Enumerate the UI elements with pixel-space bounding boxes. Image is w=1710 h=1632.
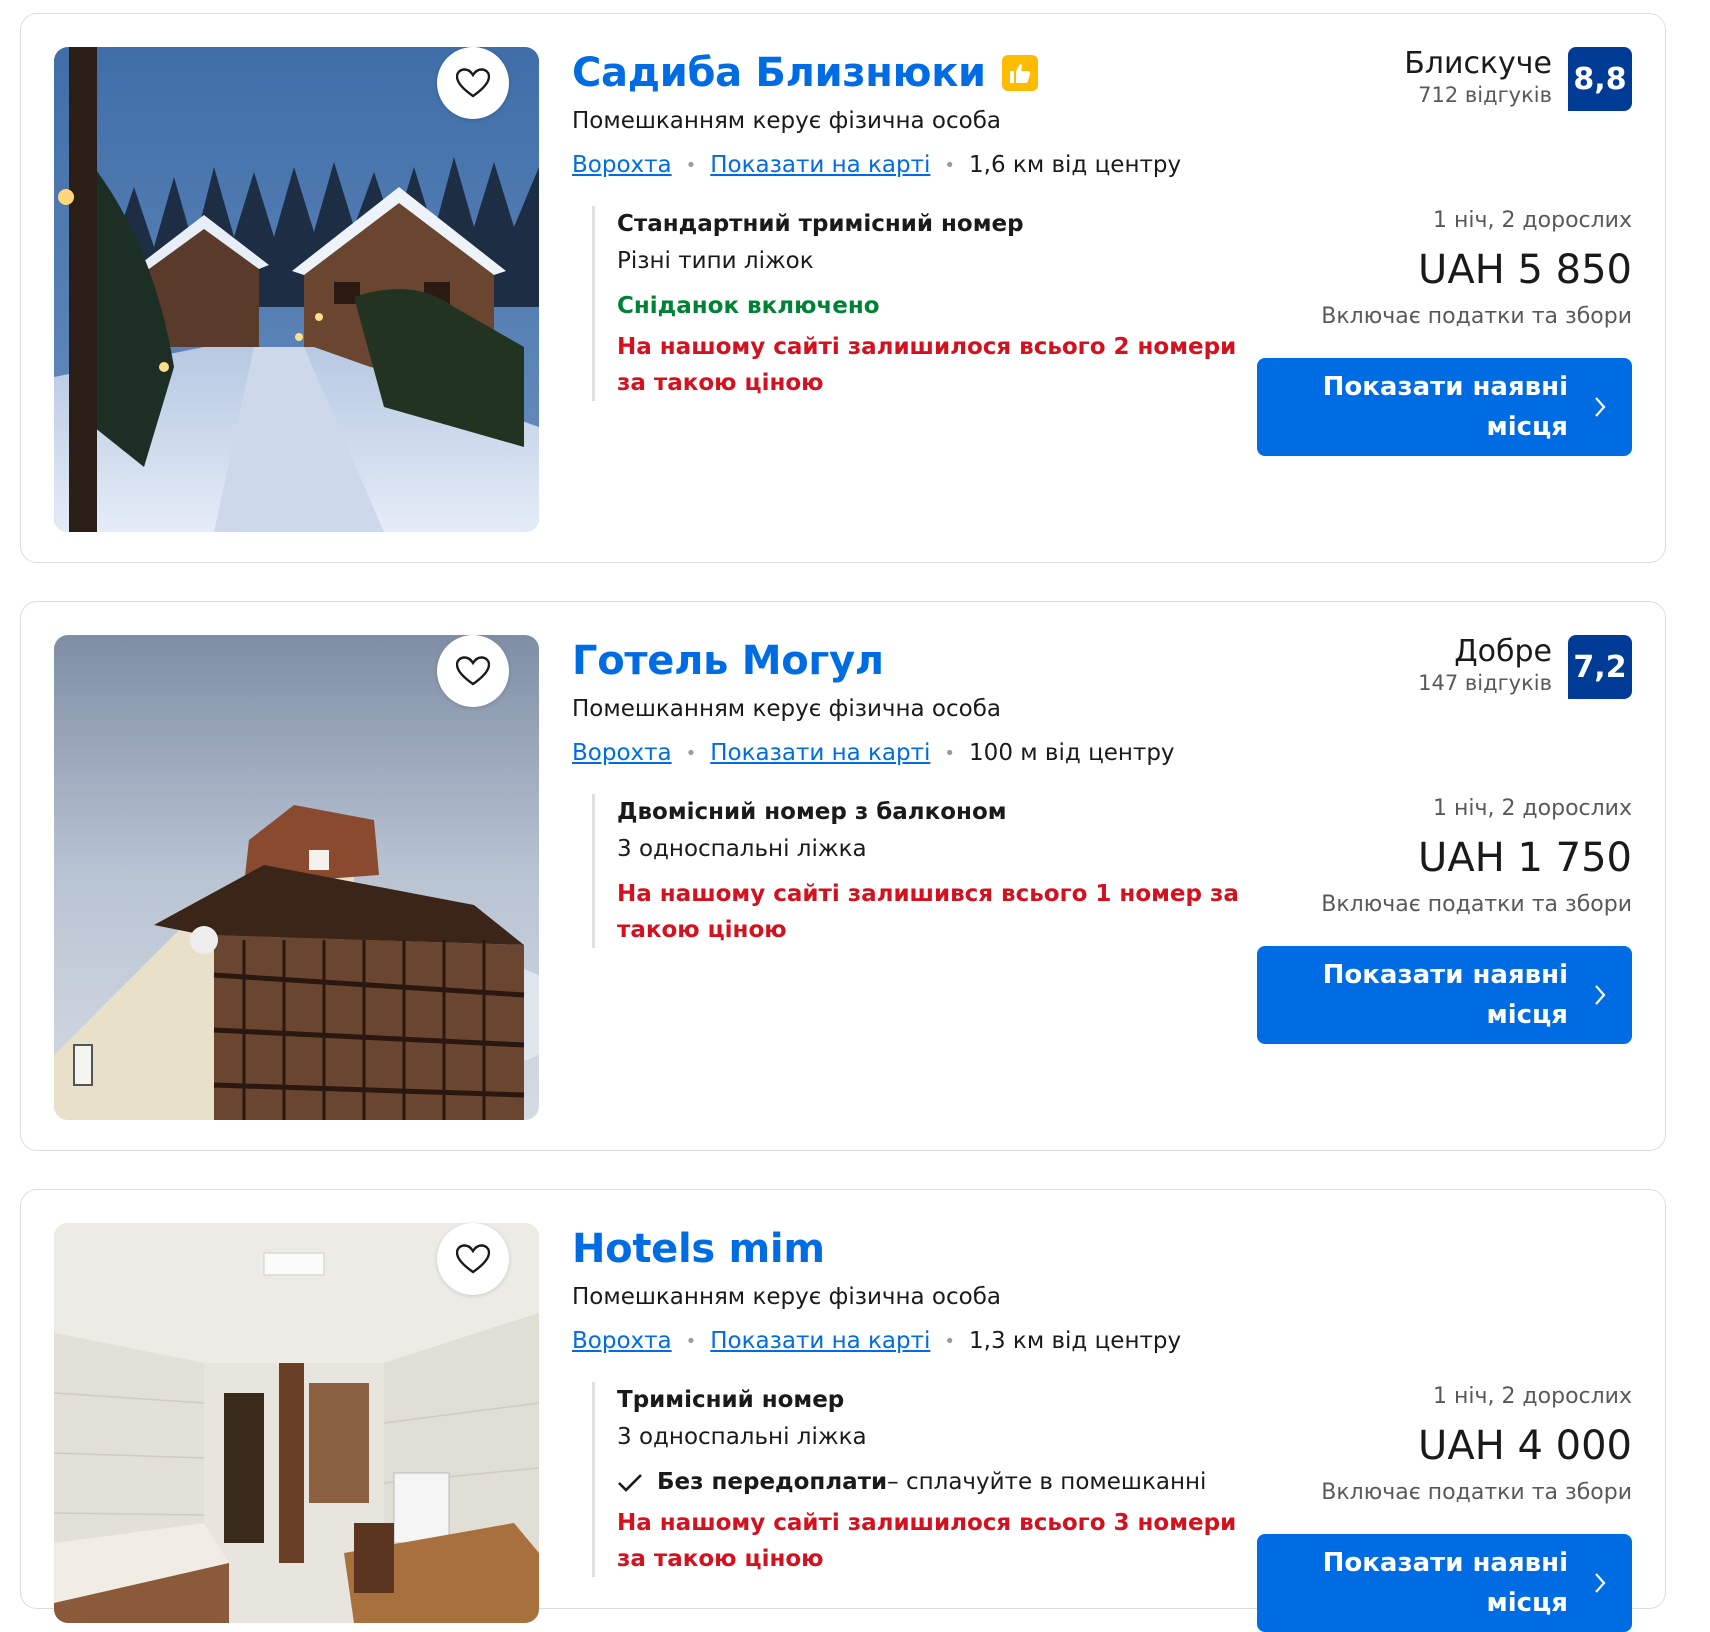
property-photo[interactable] bbox=[54, 47, 539, 532]
room-name: Двомісний номер з балконом bbox=[617, 799, 1007, 825]
review-count: 712 відгуків bbox=[1418, 83, 1552, 107]
host-type: Помешканням керує фізична особа bbox=[572, 696, 1001, 722]
host-type: Помешканням керує фізична особа bbox=[572, 1284, 1001, 1310]
button-label: Показати наявні місця bbox=[1322, 960, 1568, 1030]
review-word: Блискуче bbox=[1404, 46, 1552, 81]
separator-dot: • bbox=[944, 742, 956, 764]
room-beds: 3 односпальні ліжка bbox=[617, 836, 867, 862]
distance-text: 1,6 км від центру bbox=[969, 152, 1182, 178]
room-name: Стандартний тримісний номер bbox=[617, 211, 1024, 237]
score-badge: 7,2 bbox=[1568, 635, 1632, 699]
separator-dot: • bbox=[944, 1330, 956, 1352]
property-name-link[interactable]: Садиба Близнюки bbox=[572, 50, 986, 96]
heart-icon bbox=[456, 68, 490, 98]
town-link[interactable]: Ворохта bbox=[572, 740, 672, 766]
chevron-right-icon bbox=[1595, 985, 1606, 1005]
separator-dot: • bbox=[685, 1330, 697, 1352]
review-word: Добре bbox=[1454, 634, 1552, 669]
price: UAH 5 850 bbox=[1418, 247, 1632, 293]
room-beds: Різні типи ліжок bbox=[617, 248, 814, 274]
no-prepayment: Без передоплати – сплачуйте в помешканні bbox=[617, 1464, 1252, 1501]
location-row: Ворохта • Показати на карті • 1,6 км від… bbox=[572, 152, 1181, 178]
separator-dot: • bbox=[685, 154, 697, 176]
scarcity-message: На нашому сайті залишилося всього 2 номе… bbox=[617, 334, 1237, 396]
distance-text: 1,3 км від центру bbox=[969, 1328, 1182, 1354]
property-card: Готель Могул Помешканням керує фізична о… bbox=[20, 601, 1666, 1151]
review-score[interactable]: Блискуче 712 відгуків 8,8 bbox=[1404, 47, 1632, 111]
heart-icon bbox=[456, 656, 490, 686]
review-score[interactable]: Добре 147 відгуків 7,2 bbox=[1418, 635, 1632, 699]
review-count: 147 відгуків bbox=[1418, 671, 1552, 695]
taxes-note: Включає податки та збори bbox=[1321, 892, 1632, 917]
button-label: Показати наявні місця bbox=[1322, 1548, 1568, 1618]
thumbs-up-badge-icon bbox=[1001, 55, 1038, 91]
price-block: 1 ніч, 2 дорослих UAH 1 750 Включає пода… bbox=[1321, 792, 1632, 922]
town-link[interactable]: Ворохта bbox=[572, 152, 672, 178]
breakfast-included: Сніданок включено bbox=[617, 293, 880, 319]
scarcity-message: На нашому сайті залишилося всього 3 номе… bbox=[617, 1510, 1237, 1572]
room-info: Тримісний номер 3 односпальні ліжка Без … bbox=[592, 1382, 1252, 1577]
stay-details: 1 ніч, 2 дорослих bbox=[1432, 208, 1632, 233]
room-beds: 3 односпальні ліжка bbox=[617, 1424, 867, 1450]
property-name-link[interactable]: Готель Могул bbox=[572, 638, 884, 684]
taxes-note: Включає податки та збори bbox=[1321, 1480, 1632, 1505]
favorite-heart-button[interactable] bbox=[437, 1223, 509, 1295]
show-on-map-link[interactable]: Показати на карті bbox=[710, 1328, 930, 1354]
property-card: Hotels mim Помешканням керує фізична осо… bbox=[20, 1189, 1666, 1632]
price: UAH 4 000 bbox=[1418, 1423, 1632, 1469]
see-availability-button[interactable]: Показати наявні місця bbox=[1257, 1534, 1632, 1632]
button-label: Показати наявні місця bbox=[1322, 372, 1568, 442]
taxes-note: Включає податки та збори bbox=[1321, 304, 1632, 329]
no-prepayment-bold: Без передоплати bbox=[657, 1469, 888, 1495]
price: UAH 1 750 bbox=[1418, 835, 1632, 881]
scarcity-message: На нашому сайті залишився всього 1 номер… bbox=[617, 881, 1239, 943]
room-name: Тримісний номер bbox=[617, 1387, 845, 1413]
town-link[interactable]: Ворохта bbox=[572, 1328, 672, 1354]
separator-dot: • bbox=[685, 742, 697, 764]
price-block: 1 ніч, 2 дорослих UAH 4 000 Включає пода… bbox=[1321, 1380, 1632, 1510]
heart-icon bbox=[456, 1244, 490, 1274]
property-photo[interactable] bbox=[54, 635, 539, 1120]
stay-details: 1 ніч, 2 дорослих bbox=[1432, 1384, 1632, 1409]
score-badge: 8,8 bbox=[1568, 47, 1632, 111]
chevron-right-icon bbox=[1595, 1573, 1606, 1593]
no-prepayment-rest: – сплачуйте в помешканні bbox=[887, 1469, 1207, 1495]
see-availability-button[interactable]: Показати наявні місця bbox=[1257, 946, 1632, 1044]
property-name-link[interactable]: Hotels mim bbox=[572, 1226, 825, 1272]
location-row: Ворохта • Показати на карті • 1,3 км від… bbox=[572, 1328, 1181, 1354]
checkmark-icon bbox=[618, 1473, 642, 1492]
property-card: Садиба Близнюки Помешканням керує фізичн… bbox=[20, 13, 1666, 563]
show-on-map-link[interactable]: Показати на карті bbox=[710, 740, 930, 766]
price-block: 1 ніч, 2 дорослих UAH 5 850 Включає пода… bbox=[1321, 204, 1632, 334]
distance-text: 100 м від центру bbox=[969, 740, 1175, 766]
room-info: Стандартний тримісний номер Різні типи л… bbox=[592, 206, 1252, 401]
favorite-heart-button[interactable] bbox=[437, 47, 509, 119]
location-row: Ворохта • Показати на карті • 100 м від … bbox=[572, 740, 1175, 766]
host-type: Помешканням керує фізична особа bbox=[572, 108, 1001, 134]
chevron-right-icon bbox=[1595, 397, 1606, 417]
favorite-heart-button[interactable] bbox=[437, 635, 509, 707]
see-availability-button[interactable]: Показати наявні місця bbox=[1257, 358, 1632, 456]
room-info: Двомісний номер з балконом 3 односпальні… bbox=[592, 794, 1252, 948]
stay-details: 1 ніч, 2 дорослих bbox=[1432, 796, 1632, 821]
separator-dot: • bbox=[944, 154, 956, 176]
show-on-map-link[interactable]: Показати на карті bbox=[710, 152, 930, 178]
